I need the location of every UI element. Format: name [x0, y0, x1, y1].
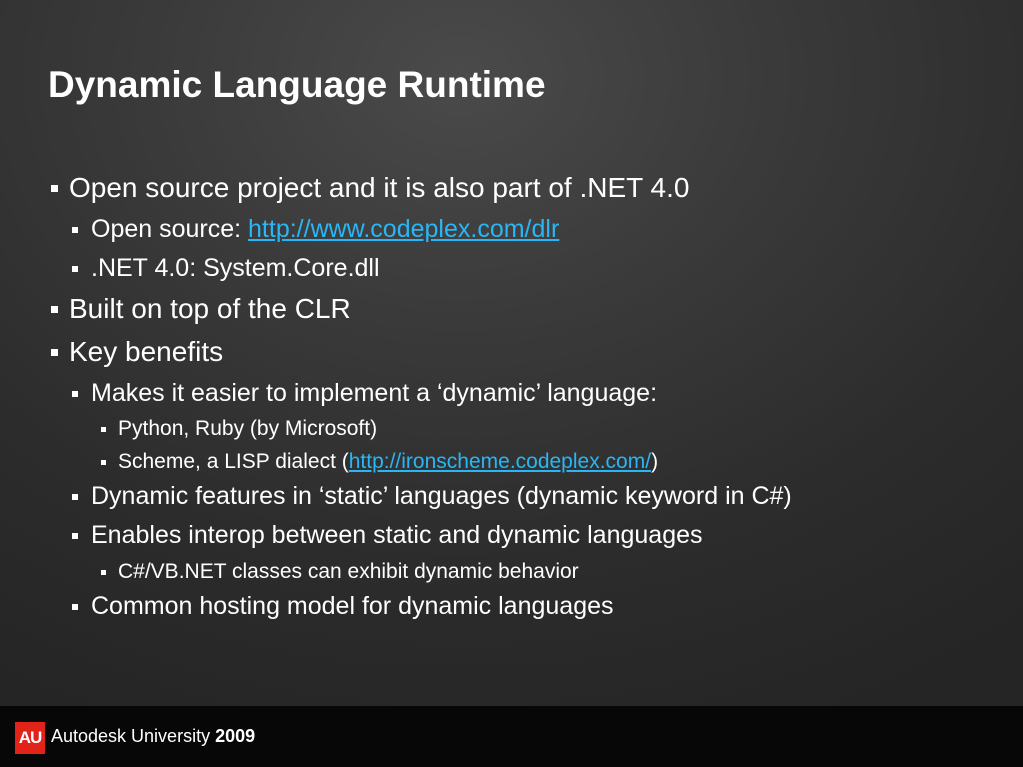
bullet-item: Common hosting model for dynamic languag…: [72, 592, 614, 621]
bullet-marker: [51, 349, 58, 356]
bullet-text: Python, Ruby (by Microsoft): [118, 417, 378, 440]
bullet-text: ): [651, 450, 659, 473]
ironscheme-link[interactable]: http://ironscheme.codeplex.com/: [349, 450, 651, 473]
bullet-marker: [51, 185, 58, 192]
bullet-marker: [72, 227, 78, 233]
bullet-item: Scheme, a LISP dialect (http://ironschem…: [101, 450, 659, 474]
bullet-text: Key benefits: [69, 336, 224, 367]
bullet-item: Dynamic features in ‘static’ languages (…: [72, 482, 792, 511]
bullet-marker: [51, 306, 58, 313]
footer-bar: AU Autodesk University 2009: [0, 706, 1023, 767]
bullet-marker: [72, 604, 78, 610]
brand-name: Autodesk University: [51, 726, 211, 746]
bullet-item: Key benefits: [51, 336, 224, 368]
bullet-marker: [101, 427, 106, 432]
bullet-marker: [72, 533, 78, 539]
au-logo: AU: [15, 722, 45, 754]
bullet-item: Enables interop between static and dynam…: [72, 521, 703, 550]
bullet-text: Makes it easier to implement a ‘dynamic’…: [91, 379, 658, 407]
bullet-text: Open source:: [91, 215, 249, 243]
bullet-item: .NET 4.0: System.Core.dll: [72, 254, 380, 283]
bullet-marker: [101, 570, 106, 575]
bullet-item: Python, Ruby (by Microsoft): [101, 417, 378, 441]
brand-year: 2009: [215, 726, 256, 746]
bullet-text: C#/VB.NET classes can exhibit dynamic be…: [118, 560, 579, 583]
bullet-marker: [101, 460, 106, 465]
bullet-text: Enables interop between static and dynam…: [91, 521, 703, 549]
bullet-item: C#/VB.NET classes can exhibit dynamic be…: [101, 560, 579, 584]
bullet-marker: [72, 391, 78, 397]
slide-title: Dynamic Language Runtime: [48, 64, 546, 105]
bullet-marker: [72, 266, 78, 272]
codeplex-dlr-link[interactable]: http://www.codeplex.com/dlr: [248, 215, 559, 243]
bullet-text: Open source project and it is also part …: [69, 172, 690, 203]
bullet-text: Scheme, a LISP dialect (: [118, 450, 349, 473]
bullet-text: Common hosting model for dynamic languag…: [91, 592, 614, 620]
bullet-item: Makes it easier to implement a ‘dynamic’…: [72, 379, 658, 408]
bullet-item: Open source project and it is also part …: [51, 172, 690, 204]
bullet-item: Open source: http://www.codeplex.com/dlr: [72, 215, 559, 244]
footer-brand: Autodesk University 2009: [51, 726, 255, 747]
bullet-text: .NET 4.0: System.Core.dll: [91, 254, 380, 282]
bullet-marker: [72, 494, 78, 500]
bullet-text: Built on top of the CLR: [69, 293, 351, 324]
bullet-item: Built on top of the CLR: [51, 293, 351, 325]
bullet-text: Dynamic features in ‘static’ languages (…: [91, 482, 792, 510]
